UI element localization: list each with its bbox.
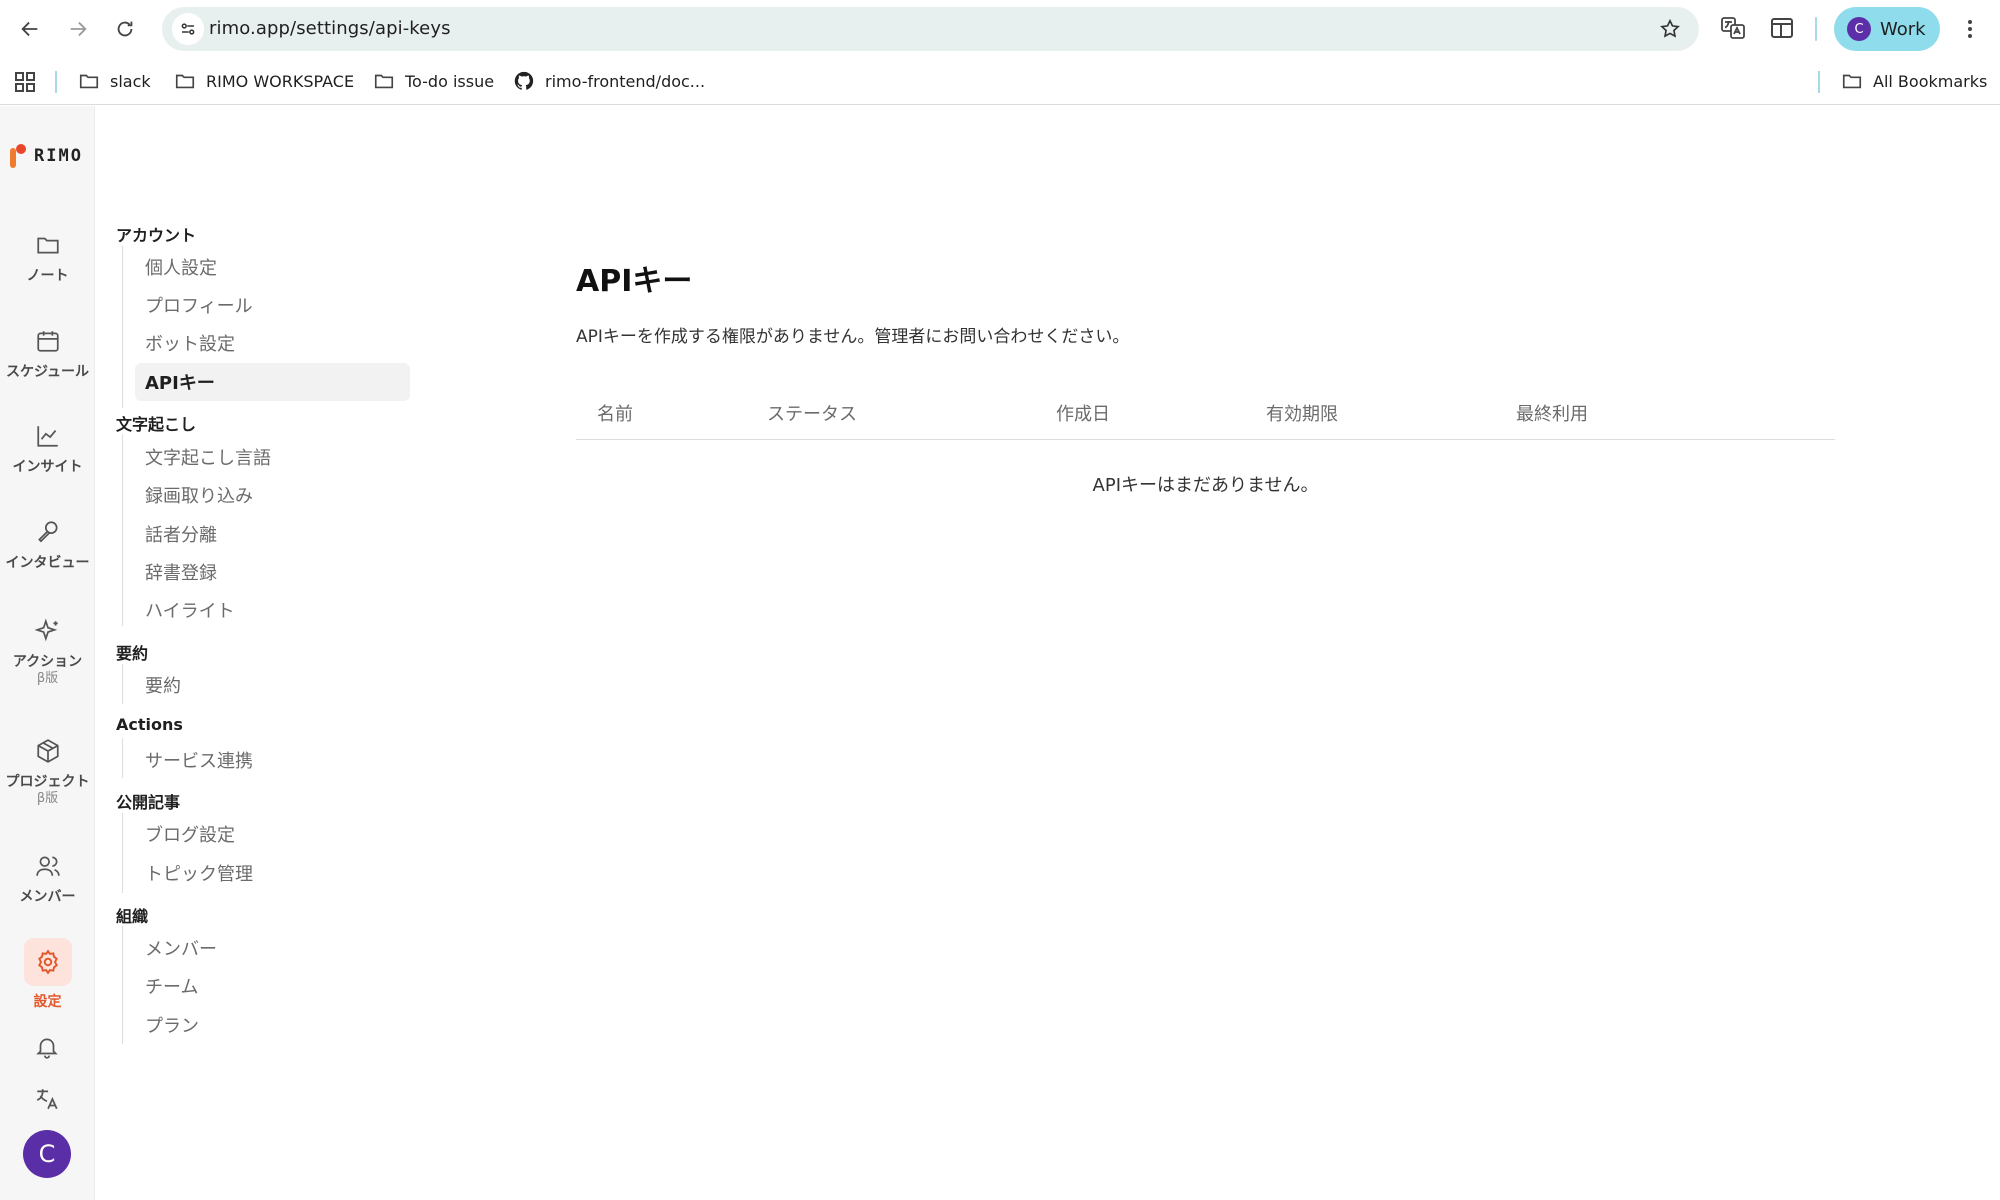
settings-group-line xyxy=(122,926,123,1044)
rail-item-members[interactable]: メンバー xyxy=(0,851,95,906)
github-icon xyxy=(514,71,534,90)
rail-item-insight[interactable]: インサイト xyxy=(0,421,95,476)
calendar-icon xyxy=(36,331,59,352)
reload-icon xyxy=(117,21,133,37)
folder-icon xyxy=(374,74,394,89)
settings-group-line xyxy=(122,738,123,778)
settings-item-plan[interactable]: プラン xyxy=(135,1006,410,1044)
settings-item-members[interactable]: メンバー xyxy=(135,929,410,967)
bell-icon[interactable] xyxy=(34,1034,60,1060)
rimo-logo-text: RIMO xyxy=(34,146,83,166)
bookmarks-separator xyxy=(1818,71,1820,93)
microphone-icon xyxy=(37,521,58,543)
settings-item-recording-import[interactable]: 録画取り込み xyxy=(135,476,410,514)
settings-item-bot[interactable]: ボット設定 xyxy=(135,324,410,362)
permission-message: APIキーを作成する権限がありません。管理者にお問い合わせください。 xyxy=(576,327,1130,347)
site-settings-icon[interactable] xyxy=(172,13,204,45)
toolbar-separator xyxy=(1815,17,1817,41)
settings-item-team[interactable]: チーム xyxy=(135,967,410,1005)
profile-label: Work xyxy=(1880,18,1926,40)
settings-group-line xyxy=(122,813,123,893)
translate-icon[interactable] xyxy=(34,1086,60,1112)
folder-icon xyxy=(175,74,195,89)
column-header-created: 作成日 xyxy=(1056,404,1110,425)
address-bar[interactable]: rimo.app/settings/api-keys xyxy=(162,7,1699,51)
rail-item-schedule[interactable]: スケジュール xyxy=(0,326,95,381)
folder-icon xyxy=(79,74,99,89)
settings-item-blog[interactable]: ブログ設定 xyxy=(135,815,410,853)
settings-group-transcription: 文字起こし xyxy=(116,415,197,434)
settings-group-organization: 組織 xyxy=(116,907,149,926)
column-header-status: ステータス xyxy=(767,404,857,425)
settings-item-personal[interactable]: 個人設定 xyxy=(135,248,410,286)
column-header-name: 名前 xyxy=(597,404,633,425)
settings-group-line xyxy=(122,434,123,626)
browser-toolbar: rimo.app/settings/api-keys C Work xyxy=(0,0,2000,57)
bookmark-rimo-workspace[interactable]: RIMO WORKSPACE xyxy=(174,69,354,93)
settings-group-line xyxy=(122,664,123,704)
settings-item-api-keys[interactable]: APIキー xyxy=(135,363,410,401)
apps-grid-icon[interactable] xyxy=(15,72,35,92)
settings-group-account: アカウント xyxy=(116,226,197,245)
folder-icon xyxy=(1842,74,1862,89)
settings-item-topics[interactable]: トピック管理 xyxy=(135,854,410,892)
rail-item-interview[interactable]: インタビュー xyxy=(0,517,95,572)
all-bookmarks[interactable]: All Bookmarks xyxy=(1841,69,1987,93)
rail-item-project[interactable]: プロジェクト β版 xyxy=(0,736,95,806)
settings-item-profile[interactable]: プロフィール xyxy=(135,286,410,324)
bookmarks-bar: slack RIMO WORKSPACE To-do issue rimo-fr… xyxy=(0,57,2000,105)
settings-item-summary[interactable]: 要約 xyxy=(135,666,410,704)
reload-button[interactable] xyxy=(107,11,143,47)
api-keys-table-header: 名前 ステータス 作成日 有効期限 最終利用 xyxy=(576,386,1835,440)
chart-line-icon xyxy=(36,426,58,447)
arrow-right-icon xyxy=(70,21,87,37)
empty-state-message: APIキーはまだありません。 xyxy=(1092,475,1319,496)
column-header-expires: 有効期限 xyxy=(1266,404,1338,425)
more-vert-icon[interactable] xyxy=(1958,17,1982,41)
app-rail: RIMO ノート スケジュール インサイト インタビュー アクション β版 プロ… xyxy=(0,106,95,1200)
side-panel-icon[interactable] xyxy=(1769,15,1795,41)
settings-group-published: 公開記事 xyxy=(116,793,181,812)
bookmark-todo-issue[interactable]: To-do issue xyxy=(373,69,494,93)
settings-group-line xyxy=(122,246,123,408)
rimo-logo[interactable]: RIMO xyxy=(10,144,83,168)
arrow-left-icon xyxy=(21,21,38,37)
gear-icon xyxy=(37,949,58,975)
rail-item-settings[interactable]: 設定 xyxy=(0,938,95,1011)
bookmarks-separator xyxy=(55,71,57,93)
profile-avatar: C xyxy=(1847,17,1871,41)
folder-icon xyxy=(36,237,59,254)
settings-item-highlight[interactable]: ハイライト xyxy=(135,591,410,629)
url-text[interactable]: rimo.app/settings/api-keys xyxy=(209,18,451,39)
settings-group-summary: 要約 xyxy=(116,644,149,663)
forward-button[interactable] xyxy=(60,11,96,47)
profile-button[interactable]: C Work xyxy=(1834,7,1940,51)
translate-icon[interactable] xyxy=(1720,15,1746,41)
settings-item-dictionary[interactable]: 辞書登録 xyxy=(135,553,410,591)
sparkles-icon xyxy=(34,618,58,642)
user-avatar[interactable]: C xyxy=(23,1130,71,1178)
settings-group-actions: Actions xyxy=(116,715,183,734)
back-button[interactable] xyxy=(12,11,48,47)
users-icon xyxy=(35,856,60,876)
column-header-last-used: 最終利用 xyxy=(1516,404,1588,425)
bookmark-rimo-frontend[interactable]: rimo-frontend/doc... xyxy=(513,69,705,93)
package-icon xyxy=(36,739,59,763)
rimo-logo-mark xyxy=(10,144,26,168)
bookmark-slack[interactable]: slack xyxy=(78,69,151,93)
settings-item-transcription-language[interactable]: 文字起こし言語 xyxy=(135,438,410,476)
rail-item-notes[interactable]: ノート xyxy=(0,230,95,285)
settings-item-speaker-separation[interactable]: 話者分離 xyxy=(135,515,410,553)
settings-item-service-integration[interactable]: サービス連携 xyxy=(135,741,410,779)
star-icon[interactable] xyxy=(1659,18,1681,40)
page-title: APIキー xyxy=(576,264,693,299)
rail-item-action[interactable]: アクション β版 xyxy=(0,616,95,686)
